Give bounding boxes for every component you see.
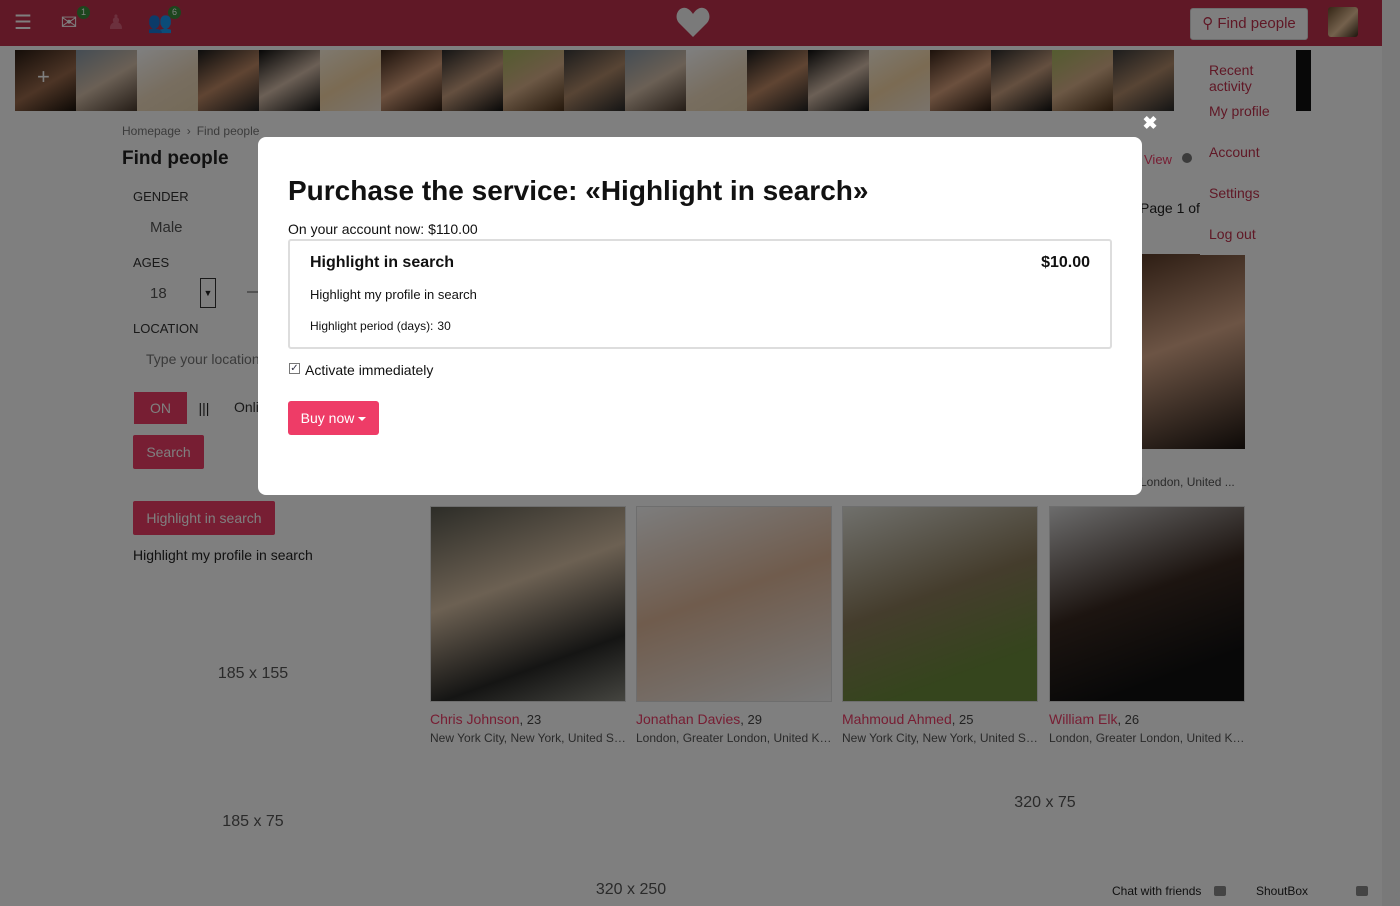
service-name: Highlight in search [310, 254, 455, 271]
purchase-service-modal: Purchase the service: «Highlight in sear… [258, 137, 1142, 495]
activate-immediately-label[interactable]: Activate immediately [305, 362, 433, 378]
modal-title: Purchase the service: «Highlight in sear… [288, 175, 869, 206]
buy-now-label: Buy now [300, 410, 355, 426]
activate-immediately-checkbox[interactable]: ✓ [289, 363, 300, 374]
buy-now-button[interactable]: Buy now [288, 401, 379, 435]
caret-down-icon [358, 417, 367, 422]
account-balance: On your account now: $110.00 [288, 221, 478, 237]
service-description: Highlight my profile in search [310, 287, 477, 302]
close-icon[interactable]: ✖ [1142, 114, 1158, 132]
period-value: 30 [437, 319, 451, 333]
service-option[interactable]: Highlight in search $10.00 Highlight my … [288, 239, 1112, 349]
service-price: $10.00 [1041, 254, 1090, 271]
service-period: Highlight period (days): 30 [310, 319, 451, 333]
period-label: Highlight period (days): [310, 319, 434, 333]
